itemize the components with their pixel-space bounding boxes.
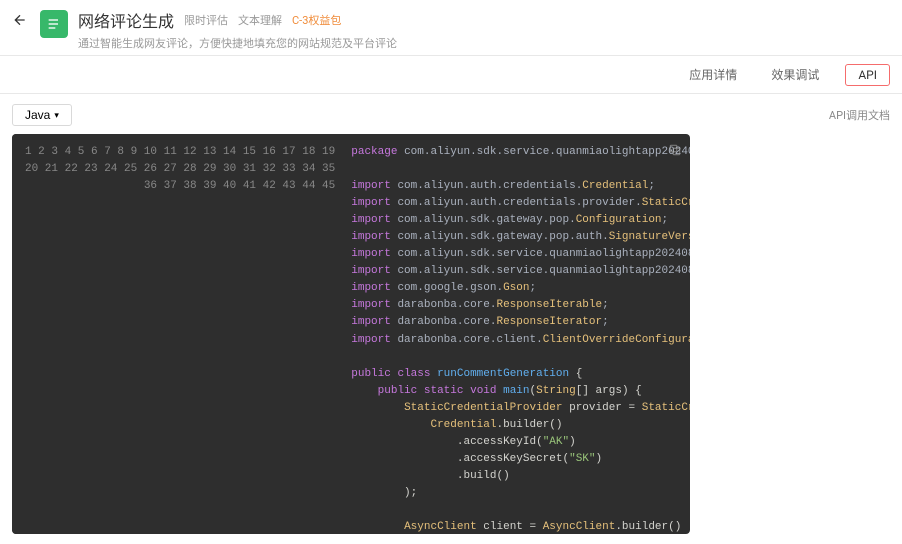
line-numbers: 1 2 3 4 5 6 7 8 9 10 11 12 13 14 15 16 1… xyxy=(12,134,339,534)
api-doc-link[interactable]: API调用文档 xyxy=(829,107,890,123)
tag-package[interactable]: C-3权益包 xyxy=(292,12,341,28)
tag-time-eval[interactable]: 限时评估 xyxy=(184,12,228,28)
language-select[interactable]: Java ▾ xyxy=(12,104,72,126)
tab-app-details[interactable]: 应用详情 xyxy=(681,62,745,87)
code-block: 1 2 3 4 5 6 7 8 9 10 11 12 13 14 15 16 1… xyxy=(12,134,690,534)
tab-api[interactable]: API xyxy=(845,64,890,86)
tag-text-understand[interactable]: 文本理解 xyxy=(238,12,282,28)
page-subtitle: 通过智能生成网友评论，方便快捷地填充您的网站规范及平台评论 xyxy=(78,35,890,51)
copy-icon[interactable] xyxy=(668,142,682,161)
app-icon xyxy=(40,10,68,38)
tab-debug[interactable]: 效果调试 xyxy=(763,62,827,87)
page-title: 网络评论生成 xyxy=(78,8,174,32)
chevron-down-icon: ▾ xyxy=(54,110,59,121)
language-label: Java xyxy=(25,108,50,122)
code-body: package com.aliyun.sdk.service.quanmiaol… xyxy=(339,134,690,534)
back-icon[interactable] xyxy=(12,12,28,32)
